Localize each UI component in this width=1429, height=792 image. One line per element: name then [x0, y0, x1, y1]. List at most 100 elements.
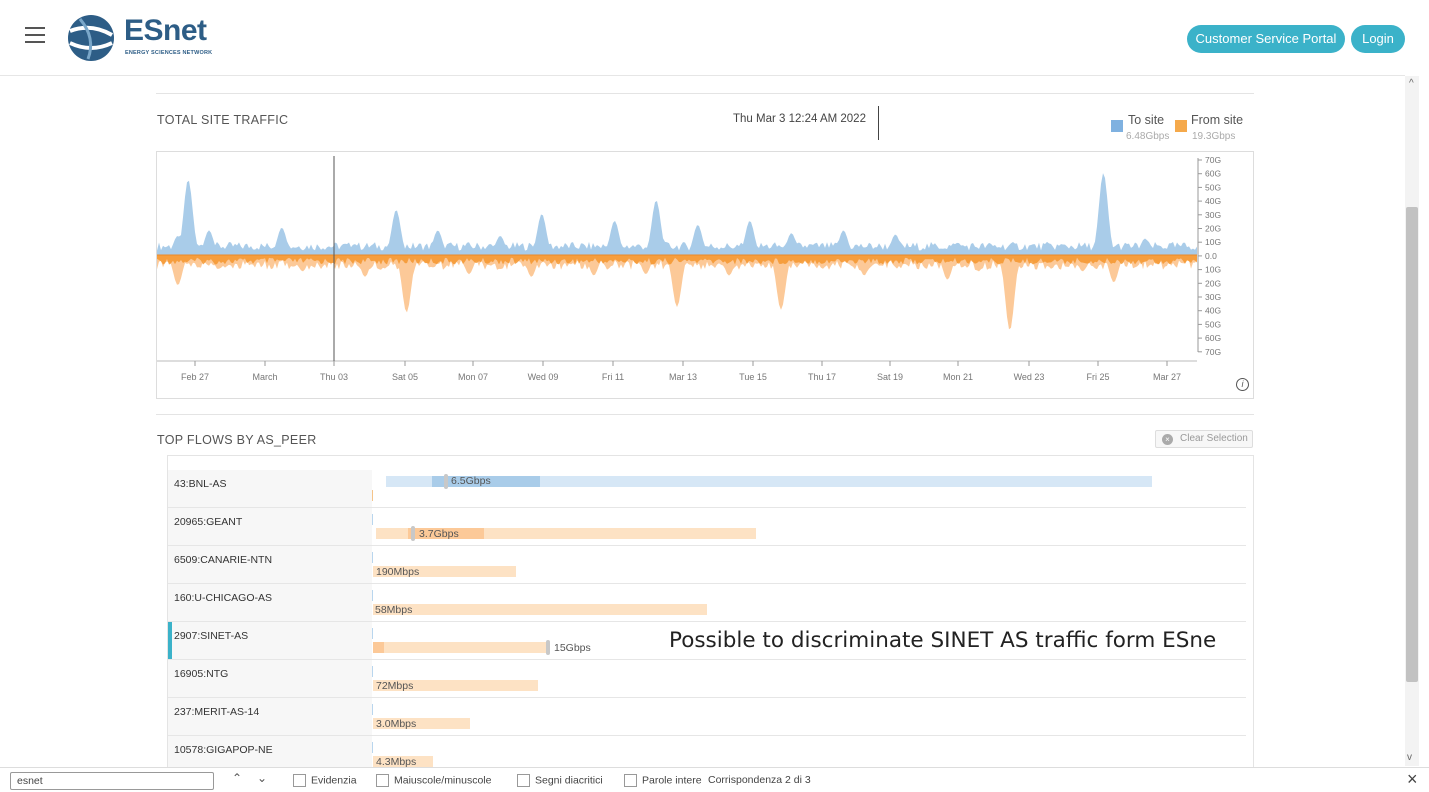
x-tick-label: Feb 27: [181, 372, 209, 382]
legend-to-site-value: 6.48Gbps: [1126, 131, 1170, 142]
x-tick-label: Fri 11: [602, 372, 624, 382]
menu-icon[interactable]: [25, 27, 45, 45]
flow-tick: [372, 666, 373, 677]
checkbox-icon[interactable]: [624, 774, 637, 787]
flow-row[interactable]: 43:BNL-AS 6.5Gbps: [168, 470, 1246, 508]
find-previous-icon[interactable]: ⌃: [232, 771, 242, 785]
flow-bar-value: 4.3Mbps: [376, 756, 417, 767]
option-highlight[interactable]: Evidenzia: [293, 774, 357, 787]
flow-row[interactable]: 16905:NTG 72Mbps: [168, 660, 1246, 698]
traffic-title: TOTAL SITE TRAFFIC: [157, 113, 289, 127]
legend-from-site-value: 19.3Gbps: [1192, 131, 1236, 142]
y-tick-label: 10G: [1205, 237, 1221, 247]
to-site-area: [157, 173, 1197, 255]
scrollbar-thumb[interactable]: [1406, 207, 1418, 682]
find-input[interactable]: esnet: [10, 772, 214, 790]
login-button[interactable]: Login: [1351, 25, 1405, 53]
top-header: ESnet ENERGY SCIENCES NETWORK Customer S…: [0, 0, 1405, 76]
flow-tick: [372, 742, 373, 753]
slide-annotation: Possible to discriminate SINET AS traffi…: [669, 628, 1217, 653]
flow-row[interactable]: 20965:GEANT 3.7Gbps: [168, 508, 1246, 546]
find-bar: esnet ⌃ ⌄ Evidenzia Maiuscole/minuscole …: [0, 767, 1429, 792]
y-tick-label: 40G: [1205, 306, 1221, 316]
y-tick-label: 0.0: [1205, 251, 1217, 261]
flow-bar-handle[interactable]: [444, 474, 448, 489]
checkbox-icon[interactable]: [517, 774, 530, 787]
y-tick-label: 50G: [1205, 182, 1221, 192]
x-tick-label: Mon 07: [458, 372, 488, 382]
option-diacritics[interactable]: Segni diacritici: [517, 774, 603, 787]
flow-label: 237:MERIT-AS-14: [168, 698, 372, 735]
x-tick-label: Mar 13: [669, 372, 697, 382]
traffic-chart[interactable]: 70G 60G 50G 40G 30G 20G 10G 0.0 10G 20G 30G 40G 50G 6…: [156, 151, 1254, 399]
option-whole-words[interactable]: Parole intere: [624, 774, 702, 787]
scroll-up-icon[interactable]: ^: [1409, 78, 1414, 89]
flow-label: 20965:GEANT: [168, 508, 372, 545]
y-tick-label: 40G: [1205, 196, 1221, 206]
y-tick-label: 30G: [1205, 292, 1221, 302]
close-icon[interactable]: ×: [1407, 769, 1418, 790]
flow-bar-value: 190Mbps: [376, 566, 420, 578]
flow-tick: [372, 590, 373, 601]
flow-bar-value: 6.5Gbps: [451, 475, 491, 487]
y-tick-label: 70G: [1205, 347, 1221, 357]
from-site-area: [157, 255, 1197, 330]
flow-bar-handle[interactable]: [546, 640, 550, 655]
flow-tick: [372, 490, 373, 501]
x-tick-label: Thu 17: [808, 372, 836, 382]
esnet-globe-logo-icon: [68, 15, 114, 61]
timestamp-divider: [878, 106, 879, 140]
flow-row[interactable]: 160:U-CHICAGO-AS 58Mbps: [168, 584, 1246, 622]
flow-bar-fill: [373, 642, 384, 653]
clear-selection-button[interactable]: × Clear Selection: [1155, 430, 1253, 448]
x-tick-label: March: [252, 372, 277, 382]
checkbox-icon[interactable]: [376, 774, 389, 787]
logo-subtitle: ENERGY SCIENCES NETWORK: [125, 50, 213, 56]
x-tick-label: Thu 03: [320, 372, 348, 382]
x-tick-label: Mar 27: [1153, 372, 1181, 382]
flow-bar-handle[interactable]: [411, 526, 415, 541]
flow-bar-value: 58Mbps: [375, 604, 413, 616]
x-tick-label: Sat 19: [877, 372, 903, 382]
x-tick-label: Tue 15: [739, 372, 767, 382]
x-tick-label: Wed 09: [528, 372, 559, 382]
scroll-down-icon[interactable]: v: [1407, 752, 1412, 763]
flow-label: 160:U-CHICAGO-AS: [168, 584, 372, 621]
y-tick-label: 70G: [1205, 155, 1221, 165]
option-label: Maiuscole/minuscole: [394, 774, 492, 787]
option-match-case[interactable]: Maiuscole/minuscole: [376, 774, 491, 787]
legend-swatch-to-site: [1111, 120, 1123, 132]
esnet-portal-window: ESnet ENERGY SCIENCES NETWORK Customer S…: [0, 0, 1429, 792]
y-tick-label: 10G: [1205, 265, 1221, 275]
flow-tick: [372, 514, 373, 525]
x-tick-label: Sat 05: [392, 372, 418, 382]
clear-selection-label: Clear Selection: [1180, 433, 1248, 444]
y-tick-label: 20G: [1205, 224, 1221, 234]
checkbox-icon[interactable]: [293, 774, 306, 787]
legend-swatch-from-site: [1175, 120, 1187, 132]
flow-bar-track: [373, 604, 707, 615]
y-tick-label: 30G: [1205, 210, 1221, 220]
flow-bar-value: 3.0Mbps: [376, 718, 417, 730]
flow-tick: [372, 628, 373, 639]
legend-from-site-label: From site: [1191, 113, 1244, 127]
flows-table: 43:BNL-AS 6.5Gbps 20965:GEANT 3.7Gbps 65…: [167, 455, 1254, 767]
flow-row[interactable]: 6509:CANARIE-NTN 190Mbps: [168, 546, 1246, 584]
flow-bar-value: 3.7Gbps: [419, 528, 459, 540]
y-tick-label: 20G: [1205, 278, 1221, 288]
flows-title: TOP FLOWS BY AS_PEER: [157, 433, 317, 447]
flow-row[interactable]: 10578:GIGAPOP-NE 4.3Mbps: [168, 736, 1246, 767]
flow-bar-value: 72Mbps: [376, 680, 414, 692]
traffic-chart-svg[interactable]: 70G 60G 50G 40G 30G 20G 10G 0.0 10G 20G 30G 40G 50G 6…: [157, 152, 1253, 398]
option-label: Segni diacritici: [535, 774, 603, 787]
flow-label: 10578:GIGAPOP-NE: [168, 736, 372, 767]
logo-text[interactable]: ESnet: [124, 14, 207, 48]
legend-to-site-label: To site: [1128, 113, 1165, 127]
y-tick-label: 60G: [1205, 333, 1221, 343]
flow-bar-value: 15Gbps: [554, 642, 591, 654]
find-next-icon[interactable]: ⌄: [257, 771, 267, 785]
customer-service-portal-button[interactable]: Customer Service Portal: [1187, 25, 1345, 53]
info-icon[interactable]: i: [1236, 378, 1249, 391]
match-count: Corrispondenza 2 di 3: [708, 774, 811, 786]
flow-row[interactable]: 237:MERIT-AS-14 3.0Mbps: [168, 698, 1246, 736]
